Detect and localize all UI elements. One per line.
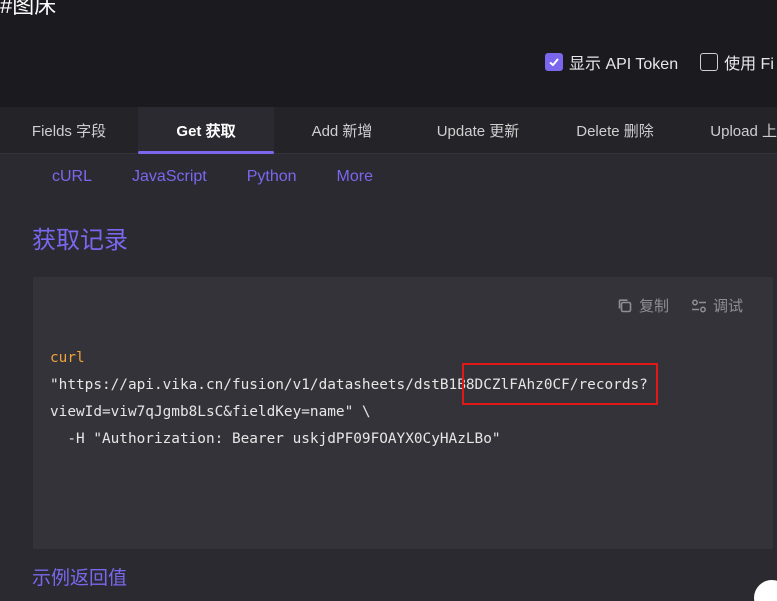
language-tabs: cURL JavaScript Python More — [0, 168, 777, 198]
subtab-curl[interactable]: cURL — [52, 168, 92, 198]
api-panel: Fields 字段 Get 获取 Add 新增 Update 更新 Delete… — [0, 107, 777, 601]
use-field-checkbox[interactable]: 使用 Fi — [700, 50, 774, 74]
sliders-icon — [691, 299, 706, 312]
tab-update[interactable]: Update 更新 — [410, 107, 546, 153]
debug-button[interactable]: 调试 — [691, 295, 743, 316]
debug-label: 调试 — [712, 298, 743, 315]
options-bar: 显示 API Token 使用 Fi — [545, 50, 774, 74]
page-title: #图床 — [0, 0, 57, 18]
example-response-title: 示例返回值 — [32, 568, 128, 589]
tab-delete[interactable]: Delete 删除 — [546, 107, 684, 153]
section-title: 获取记录 — [32, 227, 128, 254]
tab-fields[interactable]: Fields 字段 — [0, 107, 138, 153]
code-line-view: viewId=viw7qJgmb8LsC&fieldKey=name" \ — [50, 404, 371, 420]
subtab-more[interactable]: More — [337, 168, 373, 198]
checkbox-unchecked-icon — [700, 53, 719, 71]
use-field-label: 使用 Fi — [724, 56, 774, 73]
code-line-header: -H "Authorization: Bearer uskjdPF09FOAYX… — [50, 431, 501, 447]
copy-label: 复制 — [638, 298, 669, 315]
show-api-token-checkbox[interactable]: 显示 API Token — [545, 50, 678, 74]
method-tabs: Fields 字段 Get 获取 Add 新增 Update 更新 Delete… — [0, 107, 777, 154]
copy-icon — [618, 298, 632, 312]
subtab-python[interactable]: Python — [247, 168, 297, 198]
copy-button[interactable]: 复制 — [617, 295, 669, 316]
tab-upload[interactable]: Upload 上 — [684, 107, 777, 153]
tab-add[interactable]: Add 新增 — [274, 107, 410, 153]
code-line-curl: curl — [50, 350, 85, 366]
show-api-token-label: 显示 API Token — [569, 56, 679, 73]
checkbox-checked-icon — [545, 53, 563, 71]
highlight-box — [462, 363, 658, 405]
subtab-javascript[interactable]: JavaScript — [132, 168, 207, 198]
code-block: 复制 调试 curl "https://api.vika.cn/fusion/v… — [33, 277, 773, 549]
code-toolbar: 复制 调试 — [617, 295, 743, 316]
code-url-prefix: "https://api.vika.cn/fusion/v1/datasheet… — [50, 377, 414, 393]
tab-get[interactable]: Get 获取 — [138, 107, 274, 154]
